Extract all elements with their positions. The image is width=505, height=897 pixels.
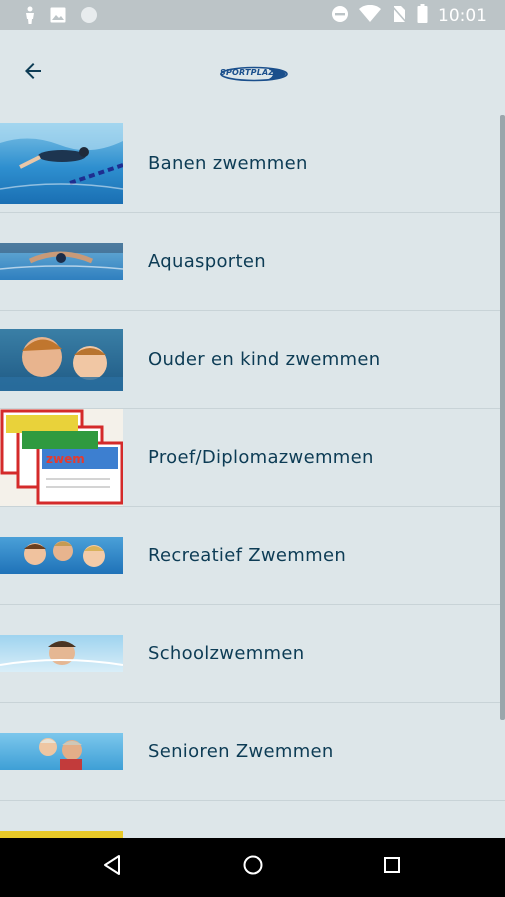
thumbnail-diploma: zwem xyxy=(0,409,123,506)
back-triangle-icon xyxy=(102,854,122,880)
back-button[interactable] xyxy=(16,56,50,90)
thumbnail-ouder-en-kind xyxy=(0,329,123,391)
status-time: 10:01 xyxy=(438,5,487,26)
thumbnail-recreatief xyxy=(0,537,123,574)
nav-recents-button[interactable] xyxy=(377,852,407,882)
status-left-icons xyxy=(24,6,98,28)
arrow-back-icon xyxy=(21,59,45,87)
activity-list: Banen zwemmen Aquasporten Ouder en kind … xyxy=(0,115,505,838)
item-label: Aquasporten xyxy=(148,251,266,272)
list-item-recreatief-zwemmen[interactable]: Recreatief Zwemmen xyxy=(0,507,505,605)
thumbnail-partial xyxy=(0,831,123,838)
logo-text: SPORTPLAZA xyxy=(220,68,281,77)
item-label: Banen zwemmen xyxy=(148,153,308,174)
list-item-partial[interactable] xyxy=(0,801,505,838)
thumbnail-schoolzwemmen xyxy=(0,635,123,672)
list-item-proef-diplomazwemmen[interactable]: zwem Proef/Diplomazwemmen xyxy=(0,409,505,507)
item-label: Proef/Diplomazwemmen xyxy=(148,447,374,468)
battery-icon xyxy=(417,4,428,27)
recents-square-icon xyxy=(382,855,402,879)
no-sim-icon xyxy=(391,4,407,27)
list-item-schoolzwemmen[interactable]: Schoolzwemmen xyxy=(0,605,505,703)
list-item-aquasporten[interactable]: Aquasporten xyxy=(0,213,505,311)
item-label: Ouder en kind zwemmen xyxy=(148,349,381,370)
thumbnail-banen-zwemmen xyxy=(0,123,123,204)
thumbnail-senioren xyxy=(0,733,123,770)
item-label: Recreatief Zwemmen xyxy=(148,545,347,566)
app-bar: SPORTPLAZA xyxy=(0,30,505,115)
nav-back-button[interactable] xyxy=(97,852,127,882)
scrollbar[interactable] xyxy=(500,115,505,720)
status-bar: 10:01 xyxy=(0,0,505,30)
do-not-disturb-icon xyxy=(331,5,349,27)
sportplaza-logo: SPORTPLAZA xyxy=(218,66,288,82)
list-item-senioren-zwemmen[interactable]: Senioren Zwemmen xyxy=(0,703,505,801)
wifi-icon xyxy=(359,4,381,27)
list-item-ouder-en-kind-zwemmen[interactable]: Ouder en kind zwemmen xyxy=(0,311,505,409)
item-label: Senioren Zwemmen xyxy=(148,741,334,762)
circle-icon xyxy=(80,6,98,28)
item-label: Schoolzwemmen xyxy=(148,643,305,664)
home-circle-icon xyxy=(242,854,264,880)
person-icon xyxy=(24,6,36,28)
thumbnail-aquasporten xyxy=(0,243,123,280)
status-right-icons: 10:01 xyxy=(331,4,487,27)
system-nav-bar xyxy=(0,838,505,897)
list-item-banen-zwemmen[interactable]: Banen zwemmen xyxy=(0,115,505,213)
nav-home-button[interactable] xyxy=(238,852,268,882)
svg-text:zwem: zwem xyxy=(46,452,85,466)
image-icon xyxy=(50,7,66,27)
